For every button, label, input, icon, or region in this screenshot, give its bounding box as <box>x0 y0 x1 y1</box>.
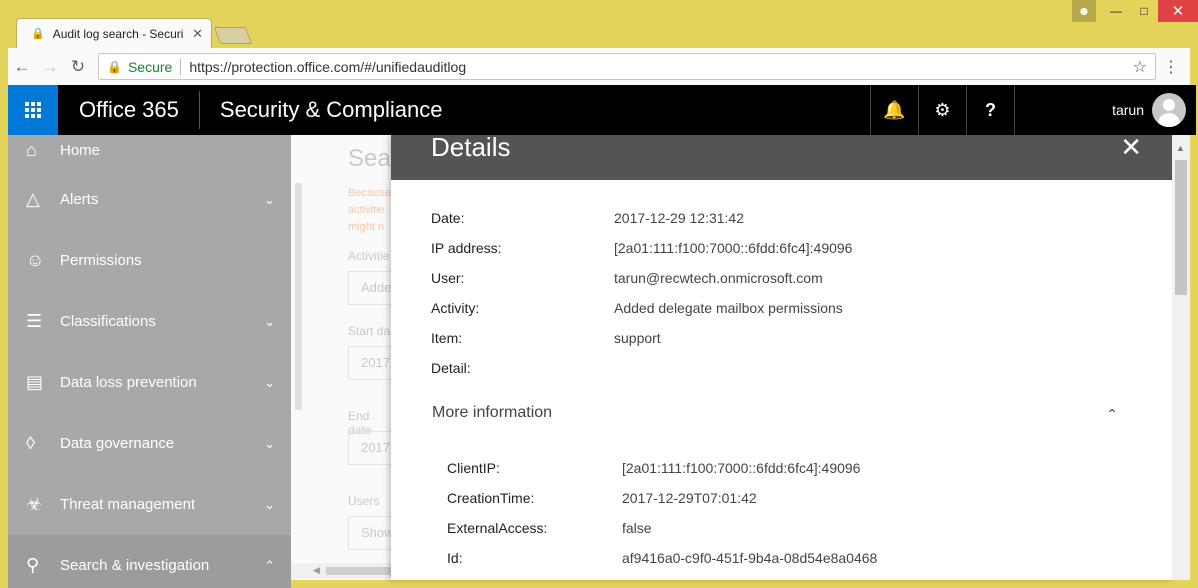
secure-lock-icon: 🔒 <box>107 59 122 74</box>
lock-icon: ◊ <box>26 433 35 453</box>
activities-label: Activitie <box>348 249 390 263</box>
chevron-down-icon: ⌄ <box>264 313 275 329</box>
scroll-up-icon[interactable]: ▲ <box>1176 143 1185 153</box>
maximize-button[interactable]: □ <box>1130 0 1158 22</box>
alert-icon: △ <box>26 189 40 209</box>
detail-row: CreationTime: 2017-12-29T07:01:42 <box>447 490 757 506</box>
page-title: Sea <box>348 145 391 172</box>
more-information-fields: ClientIP: [2a01:111:f100:7000::6fdd:6fc4… <box>447 460 877 580</box>
lock-icon: 🔒 <box>31 28 45 40</box>
detail-row: Detail: <box>431 360 471 376</box>
more-information-toggle[interactable]: More information ⌃ <box>432 404 1118 422</box>
product-name[interactable]: Security & Compliance <box>220 97 870 123</box>
chevron-down-icon: ⌄ <box>264 496 275 512</box>
back-icon[interactable]: ← <box>8 57 36 77</box>
page-scrollbar[interactable] <box>295 183 302 410</box>
new-tab-button[interactable] <box>213 27 253 44</box>
chevron-down-icon: ⌄ <box>264 374 275 390</box>
chevron-up-icon: ⌃ <box>264 557 275 573</box>
detail-row: User: tarun@recwtech.onmicrosoft.com <box>431 270 823 286</box>
details-header: Details ✕ <box>391 135 1172 180</box>
detail-row: ExternalAccess: false <box>447 520 652 536</box>
sidebar-item-threat-management[interactable]: ☣ Threat management ⌄ <box>8 474 291 535</box>
document-lock-icon: ▤ <box>26 372 44 392</box>
chevron-down-icon: ⌄ <box>264 191 275 207</box>
sidebar-item-classifications[interactable]: ☰ Classifications ⌄ <box>8 291 291 352</box>
browser-tab[interactable]: 🔒 Audit log search - Securi ✕ <box>16 18 212 48</box>
detail-row: Date: 2017-12-29 12:31:42 <box>431 210 744 226</box>
divider <box>180 58 182 75</box>
scroll-thumb[interactable] <box>1175 160 1187 295</box>
browser-toolbar: ← → ↻ 🔒 Secure https://protection.office… <box>8 48 1190 85</box>
home-icon: ⌂ <box>26 140 37 160</box>
minimize-button[interactable]: — <box>1102 0 1130 22</box>
tab-title: Audit log search - Securi <box>52 26 184 41</box>
list-icon: ☰ <box>26 311 43 331</box>
warning-text: Because activitie might n <box>348 187 391 233</box>
audit-search-page: Sea Because activitie might n Activitie … <box>291 135 408 580</box>
gear-icon[interactable]: ⚙ <box>918 85 966 135</box>
reload-icon[interactable]: ↻ <box>64 57 92 77</box>
secure-label: Secure <box>127 58 173 75</box>
forward-icon[interactable]: → <box>36 57 64 77</box>
close-tab-icon[interactable]: ✕ <box>192 26 203 42</box>
sidebar-item-home[interactable]: ⌂ Home <box>8 135 291 169</box>
browser-menu-icon[interactable]: ⋮ <box>1156 57 1186 77</box>
sidebar-item-data-governance[interactable]: ◊ Data governance ⌄ <box>8 413 291 474</box>
sidebar-item-dlp[interactable]: ▤ Data loss prevention ⌄ <box>8 352 291 413</box>
window-controls: ☻ — □ ✕ <box>1072 0 1198 22</box>
close-window-button[interactable]: ✕ <box>1158 0 1198 22</box>
suite-header: Office 365 Security & Compliance 🔔 ⚙ ? t… <box>8 85 1196 135</box>
search-icon: ⚲ <box>26 555 40 575</box>
bell-icon[interactable]: 🔔 <box>870 85 918 135</box>
scroll-thumb[interactable] <box>326 567 391 575</box>
details-title: Details <box>431 135 511 162</box>
more-information-label: More information <box>432 404 553 421</box>
app-launcher-icon[interactable] <box>8 85 58 135</box>
detail-row: Id: af9416a0-c9f0-451f-9b4a-08d54e8a0468 <box>447 550 878 566</box>
close-icon[interactable]: ✕ <box>1120 135 1142 160</box>
chevron-up-icon[interactable]: ⌃ <box>1106 406 1118 423</box>
start-date-label: Start da <box>348 324 391 338</box>
detail-row: ClientIP: [2a01:111:f100:7000::6fdd:6fc4… <box>447 460 861 476</box>
detail-row: Item: support <box>431 330 661 346</box>
people-icon: ☺ <box>26 250 45 270</box>
sidebar-nav: ⌂ Home △ Alerts ⌄ ☺ Permissions ☰ Classi… <box>8 135 291 588</box>
brand-name[interactable]: Office 365 <box>79 91 200 129</box>
details-fields: Date: 2017-12-29 12:31:42 IP address: [2… <box>431 210 852 390</box>
biohazard-icon: ☣ <box>26 494 43 514</box>
username: tarun <box>1112 102 1144 118</box>
details-panel: Details ✕ Date: 2017-12-29 12:31:42 IP a… <box>391 135 1172 580</box>
sidebar-item-permissions[interactable]: ☺ Permissions <box>8 230 291 291</box>
user-menu[interactable]: tarun <box>1014 85 1196 135</box>
chevron-down-icon: ⌄ <box>264 435 275 451</box>
detail-row: IP address: [2a01:111:f100:7000::6fdd:6f… <box>431 240 853 256</box>
sidebar-item-search-investigation[interactable]: ⚲ Search & investigation ⌃ <box>8 535 291 588</box>
profile-icon[interactable]: ☻ <box>1072 0 1096 22</box>
url-text: https://protection.office.com/#/unifieda… <box>189 58 467 75</box>
horizontal-scrollbar[interactable]: ◀ <box>291 563 391 579</box>
address-bar[interactable]: 🔒 Secure https://protection.office.com/#… <box>98 53 1156 80</box>
scroll-left-icon[interactable]: ◀ <box>313 565 320 576</box>
vertical-scrollbar[interactable]: ▲ <box>1172 135 1190 580</box>
browser-window: ☻ — □ ✕ 🔒 Audit log search - Securi ✕ ← … <box>0 0 1198 588</box>
users-label: Users <box>348 494 380 508</box>
sidebar-item-alerts[interactable]: △ Alerts ⌄ <box>8 169 291 230</box>
avatar <box>1152 93 1186 127</box>
detail-row: Activity: Added delegate mailbox permiss… <box>431 300 843 316</box>
help-icon[interactable]: ? <box>966 85 1014 135</box>
bookmark-star-icon[interactable]: ☆ <box>1133 57 1147 77</box>
